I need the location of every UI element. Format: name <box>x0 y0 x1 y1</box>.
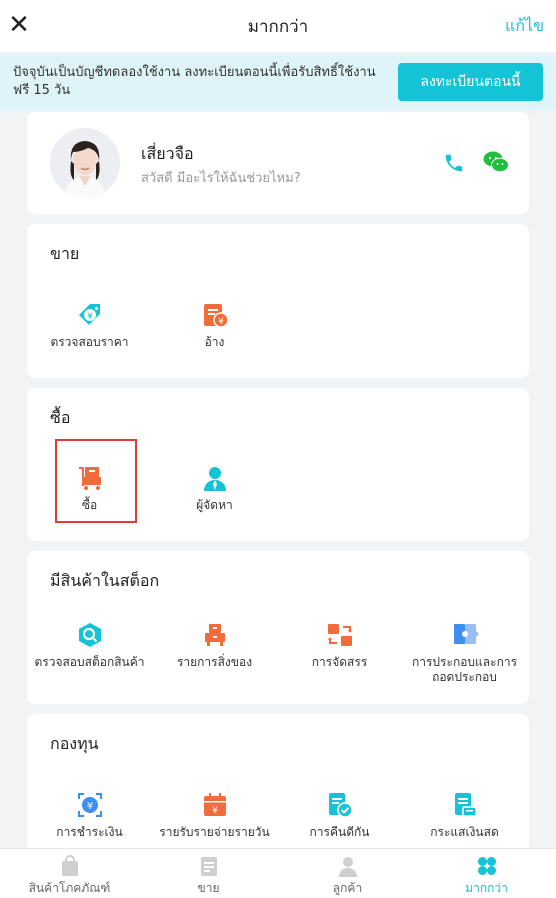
daily-ledger-item[interactable]: ¥ รายรับรายจ่ายรายวัน <box>152 791 277 840</box>
item-label: การจัดสรร <box>311 655 368 669</box>
tab-label: ขาย <box>197 881 220 895</box>
purchase-cart-icon <box>76 464 104 492</box>
purchase-item[interactable]: ซื้อ <box>27 464 152 513</box>
wechat-icon[interactable] <box>483 150 509 174</box>
document-icon <box>198 855 220 877</box>
tab-commodities[interactable]: สินค้าโภคภัณฑ์ <box>0 849 139 898</box>
payment-item[interactable]: ¥ การชำระเงิน <box>27 791 152 840</box>
tab-sale[interactable]: ขาย <box>139 849 278 898</box>
allocation-icon <box>326 621 354 649</box>
assembly-icon <box>451 621 479 649</box>
clover-icon <box>476 855 498 877</box>
edit-button[interactable]: แก้ไข <box>505 14 544 39</box>
quote-item[interactable]: ¥ อ้าง <box>152 301 277 350</box>
phone-icon[interactable] <box>443 152 465 174</box>
stock-section: มีสินค้าในสต็อก ตรวจสอบสต็อกสินค้า รายกา… <box>27 551 529 704</box>
bottom-tab-bar: สินค้าโภคภัณฑ์ ขาย ลูกค้า มากกว่า <box>0 848 556 898</box>
cashflow-icon <box>451 791 479 819</box>
svg-text:¥: ¥ <box>212 806 218 816</box>
stock-check-item[interactable]: ตรวจสอบสต็อกสินค้า <box>27 621 152 685</box>
supplier-icon <box>201 464 229 492</box>
section-title: ซื้อ <box>50 408 71 427</box>
daily-calendar-icon: ¥ <box>201 791 229 819</box>
assistant-name: เสี่ยวจือ <box>141 144 194 163</box>
section-title: ขาย <box>50 244 80 263</box>
stock-check-icon <box>76 621 104 649</box>
allocation-item[interactable]: การจัดสรร <box>277 621 402 685</box>
tab-customers[interactable]: ลูกค้า <box>278 849 417 898</box>
avatar <box>50 128 120 198</box>
check-price-item[interactable]: ¥ ตรวจสอบราคา <box>27 301 152 350</box>
tab-more[interactable]: มากกว่า <box>417 849 556 898</box>
person-icon <box>337 855 359 877</box>
cashflow-item[interactable]: กระแสเงินสด <box>402 791 527 840</box>
tab-label: สินค้าโภคภัณฑ์ <box>28 881 111 895</box>
reconcile-item[interactable]: การคืนดีกัน <box>277 791 402 840</box>
item-label: อ้าง <box>204 335 225 349</box>
item-label: ตรวจสอบสต็อกสินค้า <box>34 655 145 669</box>
item-label: ผู้จัดหา <box>196 498 233 512</box>
page-title: มากกว่า <box>247 16 309 37</box>
item-list-item[interactable]: รายการสิ่งของ <box>152 621 277 685</box>
item-label: การชำระเงิน <box>56 825 123 839</box>
fund-section: กองทุน ¥ การชำระเงิน ¥ รายรับรายจ่ายรายว… <box>27 714 529 854</box>
tab-label: ลูกค้า <box>332 881 363 895</box>
item-label: กระแสเงินสด <box>430 825 499 839</box>
price-tag-icon: ¥ <box>76 301 104 329</box>
assembly-item[interactable]: การประกอบและการถอดประกอบ <box>402 621 527 685</box>
purchase-section: ซื้อ ซื้อ ผู้จัดหา <box>27 388 529 541</box>
payment-icon: ¥ <box>76 791 104 819</box>
quote-icon: ¥ <box>201 301 229 329</box>
assistant-card: เสี่ยวจือ สวัสดี มีอะไรให้ฉันช่วยไหม? <box>27 112 529 214</box>
item-label: รายรับรายจ่ายรายวัน <box>159 825 270 839</box>
item-label: การประกอบและการถอดประกอบ <box>411 655 518 684</box>
bag-icon <box>59 855 81 877</box>
trial-message: ปัจจุบันเป็นบัญชีทดลองใช้งาน ลงทะเบียนตอ… <box>13 65 376 98</box>
item-label: รายการสิ่งของ <box>176 655 253 669</box>
assistant-greeting: สวัสดี มีอะไรให้ฉันช่วยไหม? <box>141 171 301 186</box>
sale-section: ขาย ¥ ตรวจสอบราคา ¥ อ้าง <box>27 224 529 378</box>
reconcile-icon <box>326 791 354 819</box>
supplier-item[interactable]: ผู้จัดหา <box>152 464 277 513</box>
section-title: กองทุน <box>50 734 99 753</box>
section-title: มีสินค้าในสต็อก <box>50 571 160 590</box>
top-bar: ✕ มากกว่า แก้ไข <box>0 0 556 52</box>
item-label: ซื้อ <box>81 498 98 512</box>
item-list-icon <box>201 621 229 649</box>
register-now-button[interactable]: ลงทะเบียนตอนนี้ <box>398 63 543 101</box>
item-label: การคืนดีกัน <box>309 825 370 839</box>
svg-text:¥: ¥ <box>86 801 92 812</box>
svg-text:¥: ¥ <box>218 317 224 327</box>
svg-text:¥: ¥ <box>87 312 93 322</box>
tab-label: มากกว่า <box>465 881 508 895</box>
trial-banner: ปัจจุบันเป็นบัญชีทดลองใช้งาน ลงทะเบียนตอ… <box>0 54 556 110</box>
item-label: ตรวจสอบราคา <box>50 335 129 349</box>
close-icon[interactable]: ✕ <box>8 10 30 40</box>
